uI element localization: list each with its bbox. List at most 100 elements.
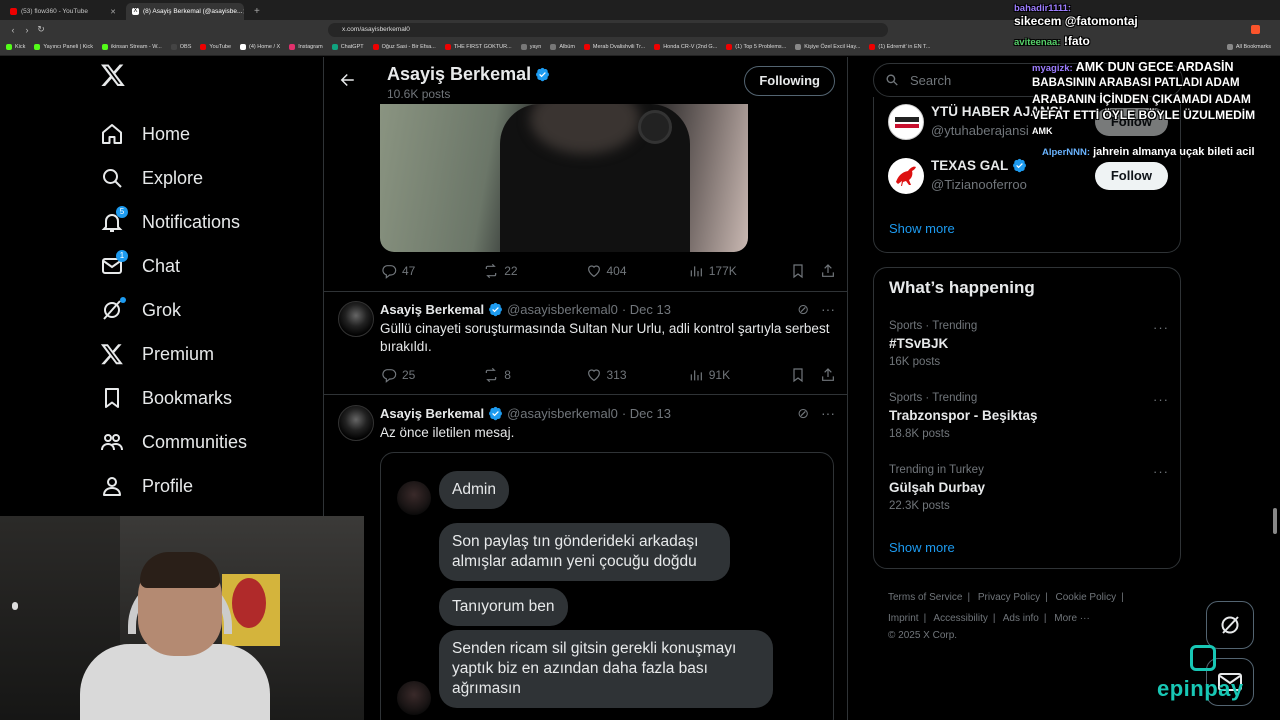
like-button[interactable]: 313 xyxy=(586,367,688,383)
nav-item-grok[interactable]: Grok xyxy=(98,288,318,332)
views-icon xyxy=(690,266,702,277)
bookmark-item[interactable]: All Bookmarks xyxy=(1226,44,1271,50)
suggestion-name[interactable]: TEXAS GAL xyxy=(931,158,1008,173)
trend-item[interactable]: Sports · Trending Trabzonspor - Beşiktaş… xyxy=(889,392,1169,440)
back-arrow-icon[interactable] xyxy=(327,71,367,94)
more-options-icon[interactable]: ··· xyxy=(1153,464,1169,479)
footer-link[interactable]: Cookie Policy xyxy=(1056,592,1117,603)
url-field[interactable]: x.com/asayisberkemal0 xyxy=(328,22,888,37)
nav-item-premium[interactable]: Premium xyxy=(98,332,318,376)
footer-link[interactable]: Ads info xyxy=(1003,613,1039,624)
views-button[interactable]: 91K xyxy=(688,367,790,383)
grok-fab-button[interactable] xyxy=(1206,601,1254,649)
back-arrow-icon[interactable]: ‹ xyxy=(6,25,20,35)
bookmark-item[interactable]: Kick xyxy=(6,44,25,50)
x-logo-icon[interactable] xyxy=(100,62,128,90)
tweet-author-name[interactable]: Asayiş Berkemal xyxy=(380,406,484,421)
bookmark-favicon-icon xyxy=(550,44,557,50)
reply-button[interactable]: 47 xyxy=(381,263,483,279)
bookmark-item[interactable]: Albüm xyxy=(550,44,575,50)
bookmark-item[interactable]: Kişiye Özel Excil Hay... xyxy=(795,44,860,50)
avatar[interactable] xyxy=(888,158,924,194)
reload-icon[interactable]: ↻ xyxy=(34,24,48,35)
follow-button[interactable]: Follow xyxy=(1094,162,1168,190)
more-options-icon[interactable]: ··· xyxy=(821,301,835,318)
tweet-image-dm-screenshot[interactable]: Admin Son paylaş tın gönderideki arkadaş… xyxy=(380,452,834,720)
nav-item-communities[interactable]: Communities xyxy=(98,420,318,464)
show-more-link[interactable]: Show more xyxy=(889,221,955,236)
close-tab-icon[interactable]: ✕ xyxy=(242,8,244,16)
grok-icon[interactable]: ⊘ xyxy=(797,405,809,422)
tweet-handle[interactable]: @asayisberkemal0 xyxy=(507,302,618,317)
repost-button[interactable]: 8 xyxy=(483,367,585,383)
x-favicon-icon: X xyxy=(132,8,139,15)
browser-tab-youtube[interactable]: (53) flow360 - YouTube ✕ xyxy=(4,3,122,20)
follow-suggestion[interactable]: TEXAS GAL @Tizianooferroo Follow xyxy=(888,156,1168,196)
repost-button[interactable]: 22 xyxy=(483,263,585,279)
bookmark-item[interactable]: Oğuz Sasi - Bir Efsa... xyxy=(372,44,436,50)
nav-item-profile[interactable]: Profile xyxy=(98,464,318,508)
following-button[interactable]: Following xyxy=(744,66,835,96)
post-count: 10.6K posts xyxy=(387,86,451,101)
views-button[interactable]: 177K xyxy=(688,263,790,279)
bookmark-item[interactable]: ikinsan Stream - W... xyxy=(102,44,162,50)
tweet-actions: 47 22 404 177K xyxy=(381,261,836,281)
bookmark-item[interactable]: Instagram xyxy=(289,44,323,50)
grok-icon[interactable]: ⊘ xyxy=(797,301,809,318)
footer-link[interactable]: Imprint xyxy=(888,613,919,624)
close-tab-icon[interactable]: ✕ xyxy=(110,8,116,16)
trend-item[interactable]: Trending in Turkey Gülşah Durbay 22.3K p… xyxy=(889,464,1169,512)
tweet-video-thumbnail[interactable] xyxy=(380,104,748,252)
footer-link[interactable]: Accessibility xyxy=(933,613,987,624)
nav-item-bookmarks[interactable]: Bookmarks xyxy=(98,376,318,420)
bookmark-item[interactable]: (1) Top 5 Problems... xyxy=(726,44,786,50)
bookmark-item[interactable]: OBS xyxy=(170,44,191,50)
nav-item-home[interactable]: Home xyxy=(98,112,318,156)
bookmark-label: Merab Dvalishvili Tr... xyxy=(592,44,646,50)
verified-badge-icon xyxy=(489,406,503,421)
more-options-icon[interactable]: ··· xyxy=(1153,392,1169,407)
reply-button[interactable]: 25 xyxy=(381,367,483,383)
nav-item-notifications[interactable]: 5 Notifications xyxy=(98,200,318,244)
bookmark-favicon-icon xyxy=(726,44,733,50)
search-icon xyxy=(100,166,124,190)
share-icon[interactable] xyxy=(820,367,836,383)
tweet-handle[interactable]: @asayisberkemal0 xyxy=(507,406,618,421)
tweet-author-name[interactable]: Asayiş Berkemal xyxy=(380,302,484,317)
like-button[interactable]: 404 xyxy=(586,263,688,279)
footer-link[interactable]: Privacy Policy xyxy=(978,592,1040,603)
bookmark-favicon-icon xyxy=(331,44,338,50)
bookmark-item[interactable]: yayn xyxy=(520,44,541,50)
bookmark-item[interactable]: YouTube xyxy=(200,44,231,50)
avatar[interactable] xyxy=(338,301,374,337)
bookmark-favicon-icon xyxy=(654,44,661,50)
bookmark-item[interactable]: (1) Edremit' in EN T... xyxy=(869,44,930,50)
avatar[interactable] xyxy=(888,104,924,140)
bookmark-item[interactable]: Yayıncı Paneli | Kick xyxy=(34,44,93,50)
brave-shield-icon[interactable] xyxy=(1251,25,1260,34)
footer-link[interactable]: More ··· xyxy=(1054,613,1090,624)
new-tab-button[interactable]: + xyxy=(248,6,266,20)
forward-arrow-icon[interactable]: › xyxy=(20,25,34,35)
tweet-date[interactable]: · Dec 13 xyxy=(622,302,671,317)
bookmark-icon[interactable] xyxy=(790,263,806,279)
bookmark-label: THE FIRST GOKTUR... xyxy=(453,44,512,50)
nav-item-explore[interactable]: Explore xyxy=(98,156,318,200)
browser-tab-x[interactable]: X (8) Asayiş Berkemal (@asayisbe... ✕ xyxy=(126,3,244,20)
page-scrollbar[interactable] xyxy=(1273,508,1277,534)
more-options-icon[interactable]: ··· xyxy=(821,405,835,422)
more-options-icon[interactable]: ··· xyxy=(1153,320,1169,335)
tweet-date[interactable]: · Dec 13 xyxy=(622,406,671,421)
bookmark-item[interactable]: (4) Home / X xyxy=(240,44,280,50)
bookmark-item[interactable]: Honda CR-V (2nd G... xyxy=(654,44,717,50)
bookmark-icon[interactable] xyxy=(790,367,806,383)
share-icon[interactable] xyxy=(820,263,836,279)
nav-item-chat[interactable]: 1 Chat xyxy=(98,244,318,288)
footer-link[interactable]: Terms of Service xyxy=(888,592,962,603)
bookmark-item[interactable]: THE FIRST GOKTUR... xyxy=(444,44,512,50)
trend-item[interactable]: Sports · Trending #TSvBJK 16K posts ··· xyxy=(889,320,1169,368)
bookmark-item[interactable]: Merab Dvalishvili Tr... xyxy=(583,44,646,50)
avatar[interactable] xyxy=(338,405,374,441)
show-more-link[interactable]: Show more xyxy=(889,540,955,555)
bookmark-item[interactable]: ChatGPT xyxy=(331,44,364,50)
